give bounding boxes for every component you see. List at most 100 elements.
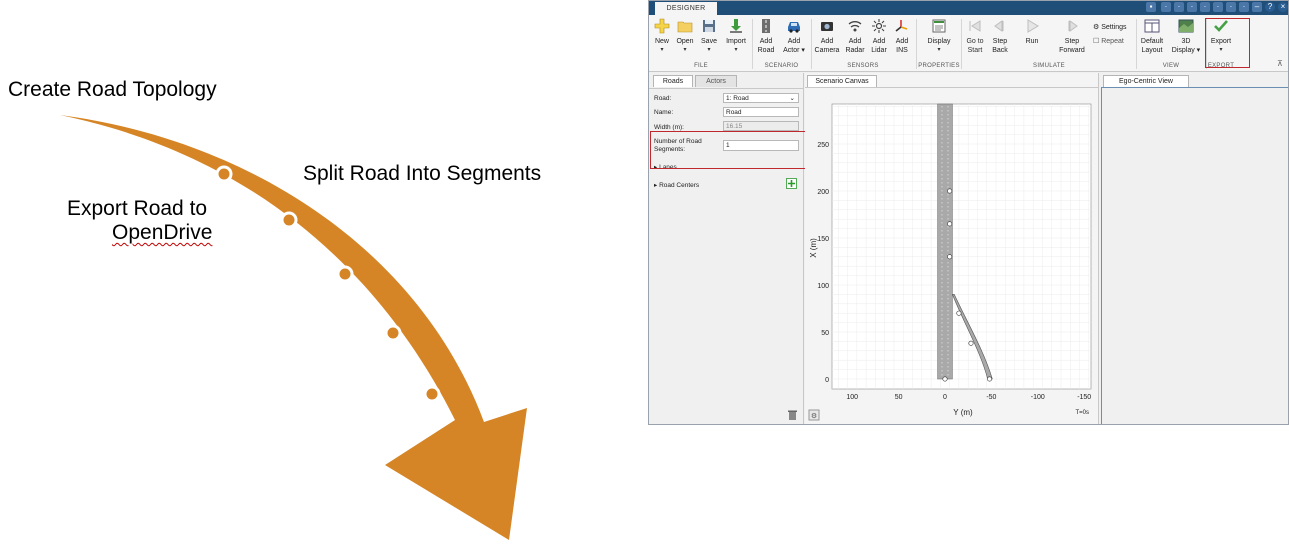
help-icon[interactable]: ?: [1265, 2, 1275, 12]
display-button[interactable]: Display ▾: [921, 18, 957, 55]
road-select[interactable]: 1: Road ⌄: [723, 93, 799, 103]
step-forward-icon: [1068, 20, 1078, 32]
close-icon[interactable]: ×: [1278, 2, 1288, 12]
export-highlight: [1205, 18, 1250, 68]
properties-panel: Roads Actors Road: 1: Road ⌄ Name: Road W…: [649, 73, 808, 424]
tab-actors[interactable]: Actors: [695, 75, 737, 87]
step-split-segments: Split Road Into Segments: [303, 162, 542, 185]
gear-icon: ⚙: [1093, 24, 1100, 31]
x-tick-label: -100: [1031, 394, 1045, 401]
save-quick-icon[interactable]: ▪: [1146, 2, 1156, 12]
x-tick-label: -50: [986, 394, 996, 401]
collapse-quick-icon[interactable]: ·: [1226, 2, 1236, 12]
default-layout-button[interactable]: Default Layout: [1138, 18, 1166, 55]
width-field: 16.15: [723, 121, 799, 131]
camera-icon: [821, 22, 833, 31]
y-tick-label: 200: [817, 189, 829, 196]
trash-icon[interactable]: [787, 409, 798, 421]
add-road-button[interactable]: Add Road: [755, 18, 777, 55]
road-center-point: [942, 376, 948, 382]
driving-scenario-designer-window: DESIGNER ▪ · · · · · · · – ? × New ▾ Open…: [648, 0, 1289, 425]
ins-axes-icon: [895, 20, 908, 32]
svg-text:⚙: ⚙: [811, 412, 817, 420]
road-main: [937, 103, 953, 380]
y-tick-label: 50: [821, 330, 829, 337]
slide: Create Road Topology Split Road Into Seg…: [0, 0, 1289, 548]
toolstrip: New ▾ Open ▾ Save ▾ Import ▾ FILE Add Road: [649, 15, 1288, 72]
group-label-scenario: SCENARIO: [764, 63, 799, 69]
arrow-dot-2: [280, 211, 298, 229]
road-center-point: [947, 221, 953, 227]
redo-quick-icon[interactable]: ·: [1213, 2, 1223, 12]
open-button[interactable]: Open ▾: [675, 18, 695, 55]
x-tick-label: -150: [1077, 394, 1091, 401]
road-centers-toggle[interactable]: ▸ Road Centers: [654, 181, 699, 189]
run-button[interactable]: Run: [1021, 18, 1043, 46]
add-actor-button[interactable]: Add Actor ▾: [780, 18, 808, 55]
group-label-simulate: SIMULATE: [1033, 63, 1065, 69]
paste-quick-icon[interactable]: ·: [1187, 2, 1197, 12]
y-tick-label: 150: [817, 236, 829, 243]
layout-quick-icon[interactable]: ·: [1239, 2, 1249, 12]
repeat-toggle[interactable]: ☐ Repeat: [1093, 37, 1124, 45]
road-icon: [762, 19, 770, 33]
x-tick-label: 0: [943, 394, 947, 401]
import-button[interactable]: Import ▾: [723, 18, 749, 55]
add-road-center-icon[interactable]: [786, 178, 797, 189]
skip-back-icon: [969, 20, 981, 32]
plus-icon: [654, 18, 670, 34]
undo-quick-icon[interactable]: ·: [1200, 2, 1210, 12]
name-label: Name:: [654, 109, 674, 116]
plot-area: [831, 103, 1092, 390]
add-camera-button[interactable]: Add Camera: [814, 18, 840, 55]
y-tick-label: 250: [817, 142, 829, 149]
step-forward-button[interactable]: Step Forward: [1055, 18, 1089, 55]
scenario-canvas[interactable]: 250 200 150 100 50 0 100 50 0 -50 -100 -150 X (m) Y…: [805, 88, 1099, 425]
save-button[interactable]: Save ▾: [699, 18, 719, 55]
y-tick-label: 100: [817, 283, 829, 290]
tab-scenario-canvas[interactable]: Scenario Canvas: [807, 75, 877, 87]
3d-display-button[interactable]: 3D Display ▾: [1169, 18, 1203, 55]
minimize-icon[interactable]: –: [1252, 2, 1262, 12]
import-arrow-icon: [730, 19, 742, 33]
step-back-icon: [994, 20, 1004, 32]
y-tick-label: 0: [825, 377, 829, 384]
step-export-line1: Export Road to: [67, 197, 208, 220]
floppy-icon: [703, 20, 715, 32]
step-back-button[interactable]: Step Back: [989, 18, 1011, 55]
add-lidar-button[interactable]: Add Lidar: [869, 18, 889, 55]
road-label: Road:: [654, 95, 672, 102]
group-label-view: VIEW: [1162, 63, 1180, 69]
canvas-settings-icon[interactable]: ⚙: [808, 409, 820, 421]
x-axis-label: Y (m): [953, 408, 973, 417]
name-field[interactable]: Road: [723, 107, 799, 117]
title-bar: DESIGNER ▪ · · · · · · · – ? ×: [649, 1, 1288, 16]
road-center-point: [947, 254, 953, 260]
play-icon: [1027, 19, 1039, 33]
3d-display-icon: [1178, 19, 1194, 33]
arrow-dot-4: [384, 324, 402, 342]
add-ins-button[interactable]: Add INS: [892, 18, 912, 55]
folder-icon: [677, 21, 693, 33]
separator: [961, 19, 962, 69]
ego-centric-view-panel: Ego-Centric View: [1100, 73, 1288, 424]
x-tick-label: 100: [846, 394, 858, 401]
settings-button[interactable]: ⚙ Settings: [1093, 23, 1127, 31]
copy-quick-icon[interactable]: ·: [1174, 2, 1184, 12]
width-label: Width (m):: [654, 124, 684, 131]
arrow-dot-1: [215, 165, 233, 183]
collapse-toolstrip-icon[interactable]: ⊼: [1277, 59, 1283, 68]
tab-divider: [649, 88, 804, 89]
cut-quick-icon[interactable]: ·: [1161, 2, 1171, 12]
separator: [752, 19, 753, 69]
separator: [916, 19, 917, 69]
checkbox-icon: ☐: [1093, 38, 1100, 45]
separator: [811, 19, 812, 69]
car-icon: [788, 22, 800, 33]
go-to-start-button[interactable]: Go to Start: [964, 18, 986, 55]
add-radar-button[interactable]: Add Radar: [844, 18, 866, 55]
tab-ego-centric-view[interactable]: Ego-Centric View: [1103, 75, 1189, 87]
tab-designer[interactable]: DESIGNER: [655, 2, 717, 16]
new-button[interactable]: New ▾: [653, 18, 671, 55]
tab-roads[interactable]: Roads: [653, 75, 693, 87]
